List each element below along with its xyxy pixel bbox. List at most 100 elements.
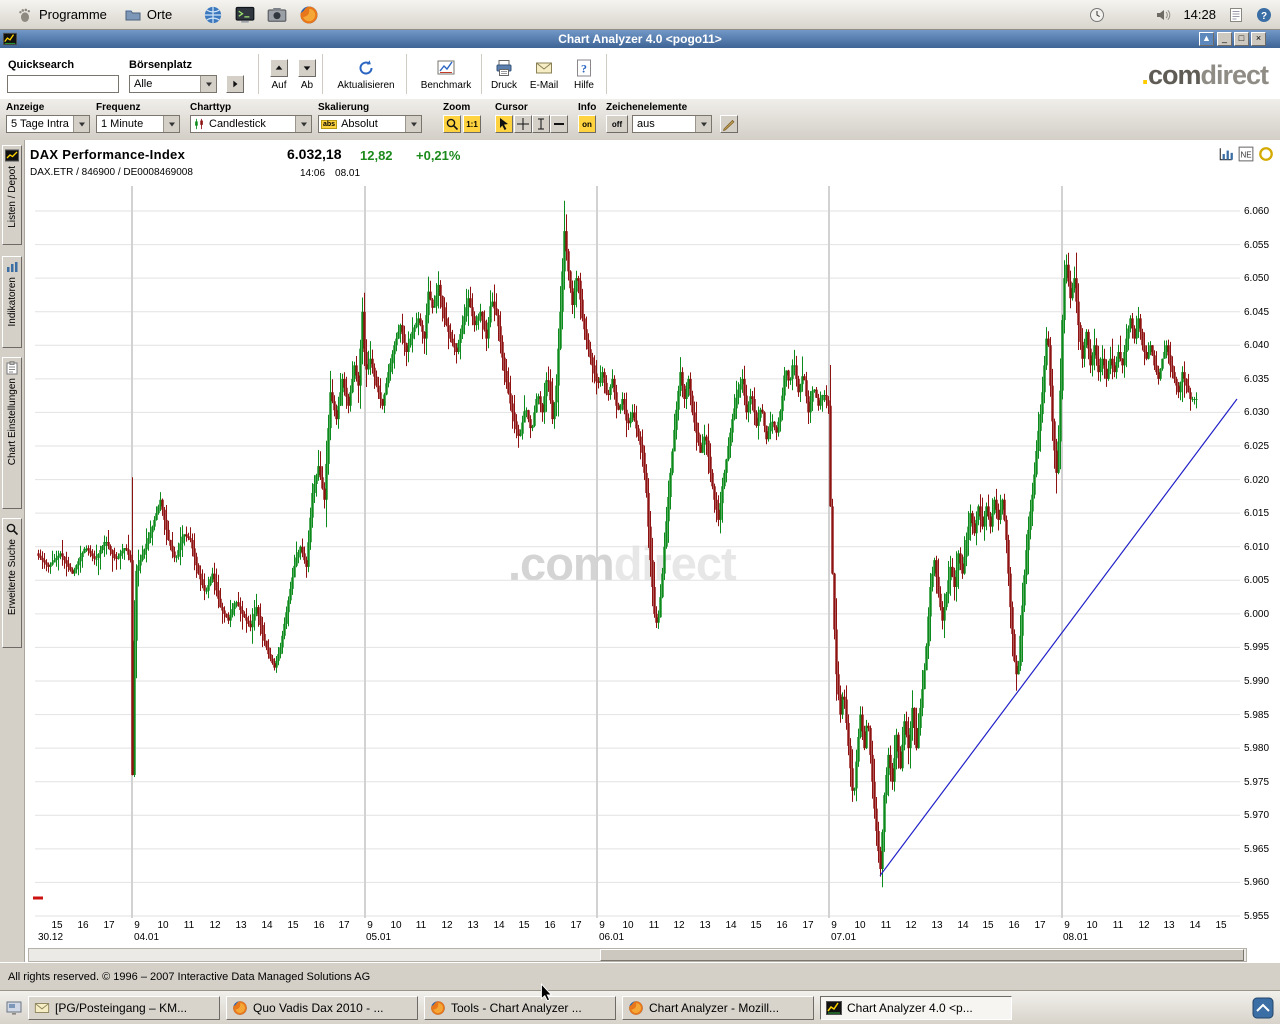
- zeichen-off-button[interactable]: off: [606, 115, 628, 133]
- x-axis-hour-label: 14: [261, 920, 272, 931]
- clock-applet-icon[interactable]: [1089, 7, 1105, 23]
- zeichen-value: aus: [633, 118, 695, 130]
- email-button[interactable]: E-Mail: [524, 59, 564, 91]
- quicksearch-input[interactable]: [7, 75, 119, 93]
- skalierung-value: Absolut: [337, 118, 405, 130]
- help-button[interactable]: ? Hilfe: [567, 59, 601, 91]
- y-axis-label: 5.970: [1244, 810, 1269, 821]
- y-axis-label: 5.995: [1244, 642, 1269, 653]
- dropdown-arrow-button[interactable]: [200, 76, 216, 92]
- window-close-button[interactable]: ×: [1251, 32, 1266, 46]
- boersenplatz-select[interactable]: Alle: [129, 75, 217, 93]
- firefox-icon: [628, 1000, 644, 1016]
- cursor-ibeam-button[interactable]: [532, 115, 550, 133]
- y-axis-label: 6.030: [1244, 407, 1269, 418]
- window-shade-button[interactable]: ▲: [1199, 32, 1214, 46]
- taskbar-window-label: Chart Analyzer 4.0 <p...: [847, 1001, 973, 1015]
- x-axis-hour-label: 15: [287, 920, 298, 931]
- scroll-down-button[interactable]: Ab: [294, 59, 320, 91]
- boersenplatz-label: Börsenplatz: [129, 59, 192, 71]
- benchmark-label: Benchmark: [421, 80, 472, 91]
- cursor-crosshair-button[interactable]: [514, 115, 532, 133]
- boersenplatz-go-button[interactable]: [226, 75, 244, 93]
- screenshot-launcher-icon[interactable]: [267, 5, 287, 25]
- x-axis-hour-label: 13: [931, 920, 942, 931]
- printer-icon: [495, 59, 513, 77]
- zeichen-select[interactable]: aus: [632, 115, 712, 133]
- anzeige-select[interactable]: 5 Tage Intra: [6, 115, 90, 133]
- dropdown-arrow-button[interactable]: [405, 116, 421, 132]
- x-axis-date-label: 06.01: [599, 932, 624, 943]
- taskbar-window-list: [PG/Posteingang – KM...Quo Vadis Dax 201…: [28, 996, 1012, 1020]
- cursor-hline-button[interactable]: [550, 115, 568, 133]
- terminal-launcher-icon[interactable]: [235, 5, 255, 25]
- taskbar-window-label: Tools - Chart Analyzer ...: [451, 1001, 582, 1015]
- benchmark-button[interactable]: Benchmark: [412, 59, 480, 91]
- grid-day-separators: [132, 186, 1062, 918]
- x-axis-hour-label: 9: [1064, 920, 1070, 931]
- zoom-in-button[interactable]: [443, 115, 461, 133]
- browser-launcher-icon[interactable]: [203, 5, 223, 25]
- volume-icon[interactable]: [1155, 7, 1171, 23]
- taskbar-window-button[interactable]: Chart Analyzer - Mozill...: [622, 996, 814, 1020]
- chevron-down-icon: [167, 119, 177, 129]
- orte-menu[interactable]: Orte: [116, 4, 181, 26]
- x-axis-hour-label: 15: [1215, 920, 1226, 931]
- programme-menu[interactable]: Programme: [8, 4, 116, 26]
- charttyp-label: Charttyp: [190, 102, 231, 113]
- comdirect-logo: .comdirect: [1141, 60, 1268, 91]
- one-to-one-label: 1:1: [466, 120, 478, 129]
- x-axis-hour-label: 13: [467, 920, 478, 931]
- window-titlebar[interactable]: Chart Analyzer 4.0 <pogo11> ▲ _ □ ×: [0, 30, 1280, 48]
- up-arrow-icon: [270, 59, 288, 77]
- window-maximize-button[interactable]: □: [1234, 32, 1249, 46]
- chevron-down-icon: [699, 119, 709, 129]
- frequenz-select[interactable]: 1 Minute: [96, 115, 180, 133]
- anzeige-label: Anzeige: [6, 102, 44, 113]
- taskbar-window-button[interactable]: Tools - Chart Analyzer ...: [424, 996, 616, 1020]
- scrollbar-thumb[interactable]: [600, 949, 1244, 961]
- help-applet-icon[interactable]: ?: [1256, 7, 1272, 23]
- info-label: Info: [578, 102, 596, 113]
- y-axis-label: 6.025: [1244, 441, 1269, 452]
- panel-clock-text[interactable]: 14:28: [1183, 7, 1216, 22]
- candles-up-wicks: [51, 201, 1197, 888]
- price-chart[interactable]: [0, 140, 1280, 962]
- skalierung-select[interactable]: abs Absolut: [318, 115, 422, 133]
- taskbar-window-button[interactable]: Chart Analyzer 4.0 <p...: [820, 996, 1012, 1020]
- taskbar-window-button[interactable]: Quo Vadis Dax 2010 - ...: [226, 996, 418, 1020]
- info-toggle-button[interactable]: on: [578, 115, 596, 133]
- x-axis-hour-label: 11: [881, 920, 891, 931]
- taskbar-window-button[interactable]: [PG/Posteingang – KM...: [28, 996, 220, 1020]
- cursor-arrow-button[interactable]: [495, 115, 513, 133]
- x-axis-hour-label: 12: [441, 920, 452, 931]
- candles-up-bodies: [51, 231, 1197, 869]
- scroll-up-button[interactable]: Auf: [266, 59, 292, 91]
- y-axis-label: 5.975: [1244, 777, 1269, 788]
- dropdown-arrow-button[interactable]: [163, 116, 179, 132]
- x-axis-hour-label: 12: [209, 920, 220, 931]
- notes-applet-icon[interactable]: [1228, 7, 1244, 23]
- window-minimize-button[interactable]: _: [1217, 32, 1232, 46]
- benchmark-chart-icon: [437, 59, 455, 77]
- draw-line-button[interactable]: [720, 115, 738, 133]
- chartapp-icon: [826, 1000, 842, 1016]
- refresh-button[interactable]: Aktualisieren: [328, 59, 404, 91]
- dropdown-arrow-button[interactable]: [73, 116, 89, 132]
- tray-corner-icon[interactable]: [1252, 997, 1274, 1019]
- print-button[interactable]: Druck: [486, 59, 522, 91]
- x-axis-date-label: 07.01: [831, 932, 856, 943]
- zoom-one-to-one-button[interactable]: 1:1: [463, 115, 481, 133]
- charttyp-select[interactable]: Candlestick: [190, 115, 312, 133]
- x-axis-hour-label: 9: [831, 920, 837, 931]
- crosshair-icon: [516, 117, 530, 131]
- chevron-down-icon: [299, 119, 309, 129]
- chart-horizontal-scrollbar[interactable]: [28, 948, 1247, 962]
- dropdown-arrow-button[interactable]: [695, 116, 711, 132]
- firefox-launcher-icon[interactable]: [299, 5, 319, 25]
- main-toolbar: Quicksearch Börsenplatz Alle Auf Ab Aktu…: [0, 48, 1280, 100]
- show-desktop-icon[interactable]: [6, 1000, 22, 1016]
- x-axis-hour-label: 12: [905, 920, 916, 931]
- dropdown-arrow-button[interactable]: [295, 116, 311, 132]
- y-axis-label: 5.985: [1244, 710, 1269, 721]
